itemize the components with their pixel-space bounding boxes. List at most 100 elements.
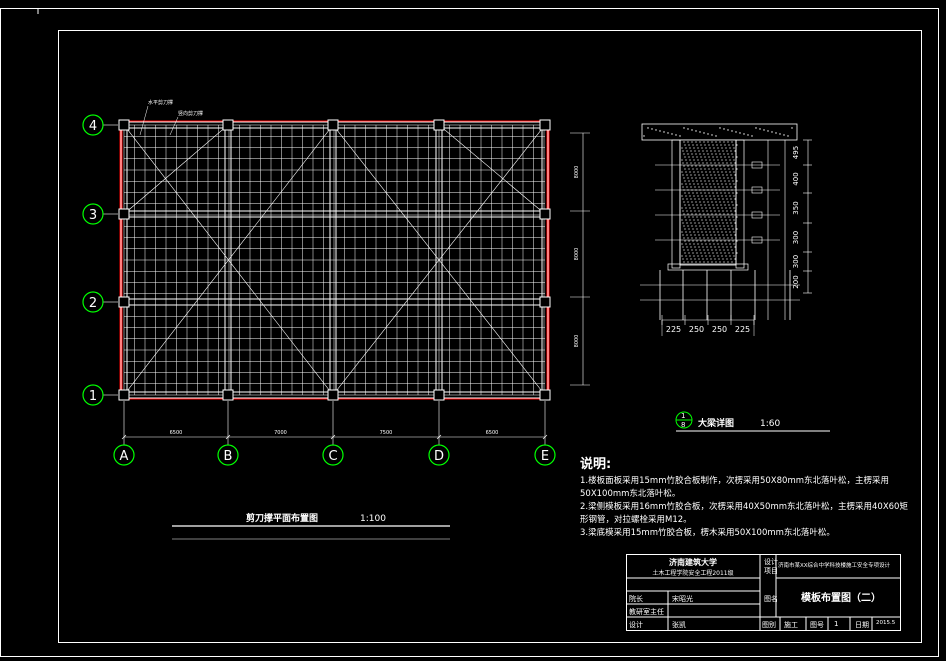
concrete-hatch bbox=[682, 150, 684, 152]
concrete-hatch bbox=[671, 133, 673, 135]
concrete-hatch bbox=[689, 255, 691, 257]
concrete-hatch bbox=[655, 129, 657, 131]
dim-label-detail-right: 300 bbox=[792, 231, 800, 244]
concrete-hatch bbox=[720, 144, 722, 146]
concrete-hatch bbox=[698, 258, 700, 260]
concrete-hatch bbox=[734, 258, 736, 260]
concrete-hatch bbox=[688, 204, 690, 206]
concrete-hatch bbox=[731, 237, 733, 239]
concrete-hatch bbox=[728, 180, 730, 182]
concrete-hatch bbox=[707, 201, 709, 203]
concrete-hatch bbox=[682, 246, 684, 248]
concrete-hatch bbox=[714, 210, 716, 212]
concrete-hatch bbox=[723, 128, 725, 130]
concrete-hatch bbox=[727, 261, 729, 263]
concrete-hatch bbox=[716, 204, 718, 206]
cross-brace bbox=[438, 124, 546, 215]
concrete-hatch bbox=[721, 243, 723, 245]
concrete-hatch bbox=[705, 159, 707, 161]
concrete-hatch bbox=[713, 171, 715, 173]
concrete-hatch bbox=[697, 243, 699, 245]
axis-label-col: E bbox=[541, 449, 549, 464]
concrete-hatch bbox=[722, 162, 724, 164]
concrete-hatch bbox=[723, 141, 725, 143]
dim-label-detail-bottom: 250 bbox=[712, 325, 727, 334]
concrete-hatch bbox=[714, 234, 716, 236]
concrete-hatch bbox=[689, 147, 691, 149]
concrete-hatch bbox=[701, 195, 703, 197]
concrete-hatch bbox=[696, 216, 698, 218]
column bbox=[327, 119, 339, 131]
dim-label-row: 8000 bbox=[574, 335, 580, 348]
concrete-hatch bbox=[730, 162, 732, 164]
concrete-hatch bbox=[731, 213, 733, 215]
concrete-hatch bbox=[684, 156, 686, 158]
concrete-hatch bbox=[732, 156, 734, 158]
concrete-hatch bbox=[723, 261, 725, 263]
concrete-hatch bbox=[733, 171, 735, 173]
concrete-hatch bbox=[701, 171, 703, 173]
concrete-hatch bbox=[715, 237, 717, 239]
axis-label-col: A bbox=[120, 449, 129, 464]
concrete-hatch bbox=[687, 213, 689, 215]
concrete-hatch bbox=[712, 144, 714, 146]
concrete-hatch bbox=[728, 144, 730, 146]
concrete-hatch bbox=[707, 153, 709, 155]
concrete-hatch bbox=[701, 231, 703, 233]
tb-row-value: 张凯 bbox=[672, 621, 686, 629]
concrete-hatch bbox=[728, 192, 730, 194]
concrete-hatch bbox=[712, 204, 714, 206]
concrete-hatch bbox=[695, 177, 697, 179]
concrete-hatch bbox=[723, 177, 725, 179]
concrete-hatch bbox=[729, 207, 731, 209]
concrete-hatch bbox=[725, 171, 727, 173]
concrete-hatch bbox=[693, 195, 695, 197]
concrete-hatch bbox=[695, 165, 697, 167]
concrete-hatch bbox=[699, 261, 701, 263]
concrete-hatch bbox=[709, 147, 711, 149]
concrete-hatch bbox=[702, 174, 704, 176]
concrete-hatch bbox=[700, 252, 702, 254]
concrete-hatch bbox=[736, 240, 738, 242]
concrete-hatch bbox=[718, 174, 720, 176]
concrete-hatch bbox=[717, 219, 719, 221]
concrete-hatch bbox=[731, 141, 733, 143]
concrete-hatch bbox=[687, 165, 689, 167]
concrete-hatch bbox=[709, 207, 711, 209]
concrete-hatch bbox=[729, 231, 731, 233]
concrete-hatch bbox=[709, 159, 711, 161]
concrete-hatch bbox=[723, 225, 725, 227]
concrete-hatch bbox=[675, 134, 677, 136]
concrete-hatch bbox=[697, 195, 699, 197]
concrete-hatch bbox=[685, 255, 687, 257]
concrete-hatch bbox=[688, 228, 690, 230]
concrete-hatch bbox=[699, 201, 701, 203]
concrete-hatch bbox=[684, 228, 686, 230]
concrete-hatch bbox=[715, 141, 717, 143]
concrete-hatch bbox=[722, 186, 724, 188]
concrete-hatch bbox=[714, 150, 716, 152]
axis-label-row: 4 bbox=[89, 119, 97, 134]
concrete-hatch bbox=[716, 252, 718, 254]
concrete-hatch bbox=[683, 165, 685, 167]
concrete-hatch bbox=[735, 131, 737, 133]
concrete-hatch bbox=[715, 201, 717, 203]
concrete-hatch bbox=[691, 141, 693, 143]
concrete-hatch bbox=[715, 153, 717, 155]
concrete-hatch bbox=[710, 186, 712, 188]
concrete-hatch bbox=[729, 243, 731, 245]
concrete-hatch bbox=[689, 195, 691, 197]
concrete-hatch bbox=[703, 141, 705, 143]
concrete-hatch bbox=[716, 168, 718, 170]
concrete-hatch bbox=[716, 240, 718, 242]
concrete-hatch bbox=[714, 222, 716, 224]
concrete-hatch bbox=[685, 231, 687, 233]
concrete-hatch bbox=[728, 216, 730, 218]
concrete-hatch bbox=[701, 147, 703, 149]
concrete-hatch bbox=[721, 147, 723, 149]
concrete-hatch bbox=[663, 131, 665, 133]
concrete-hatch bbox=[696, 204, 698, 206]
concrete-hatch bbox=[698, 162, 700, 164]
concrete-hatch bbox=[699, 177, 701, 179]
concrete-hatch bbox=[708, 192, 710, 194]
